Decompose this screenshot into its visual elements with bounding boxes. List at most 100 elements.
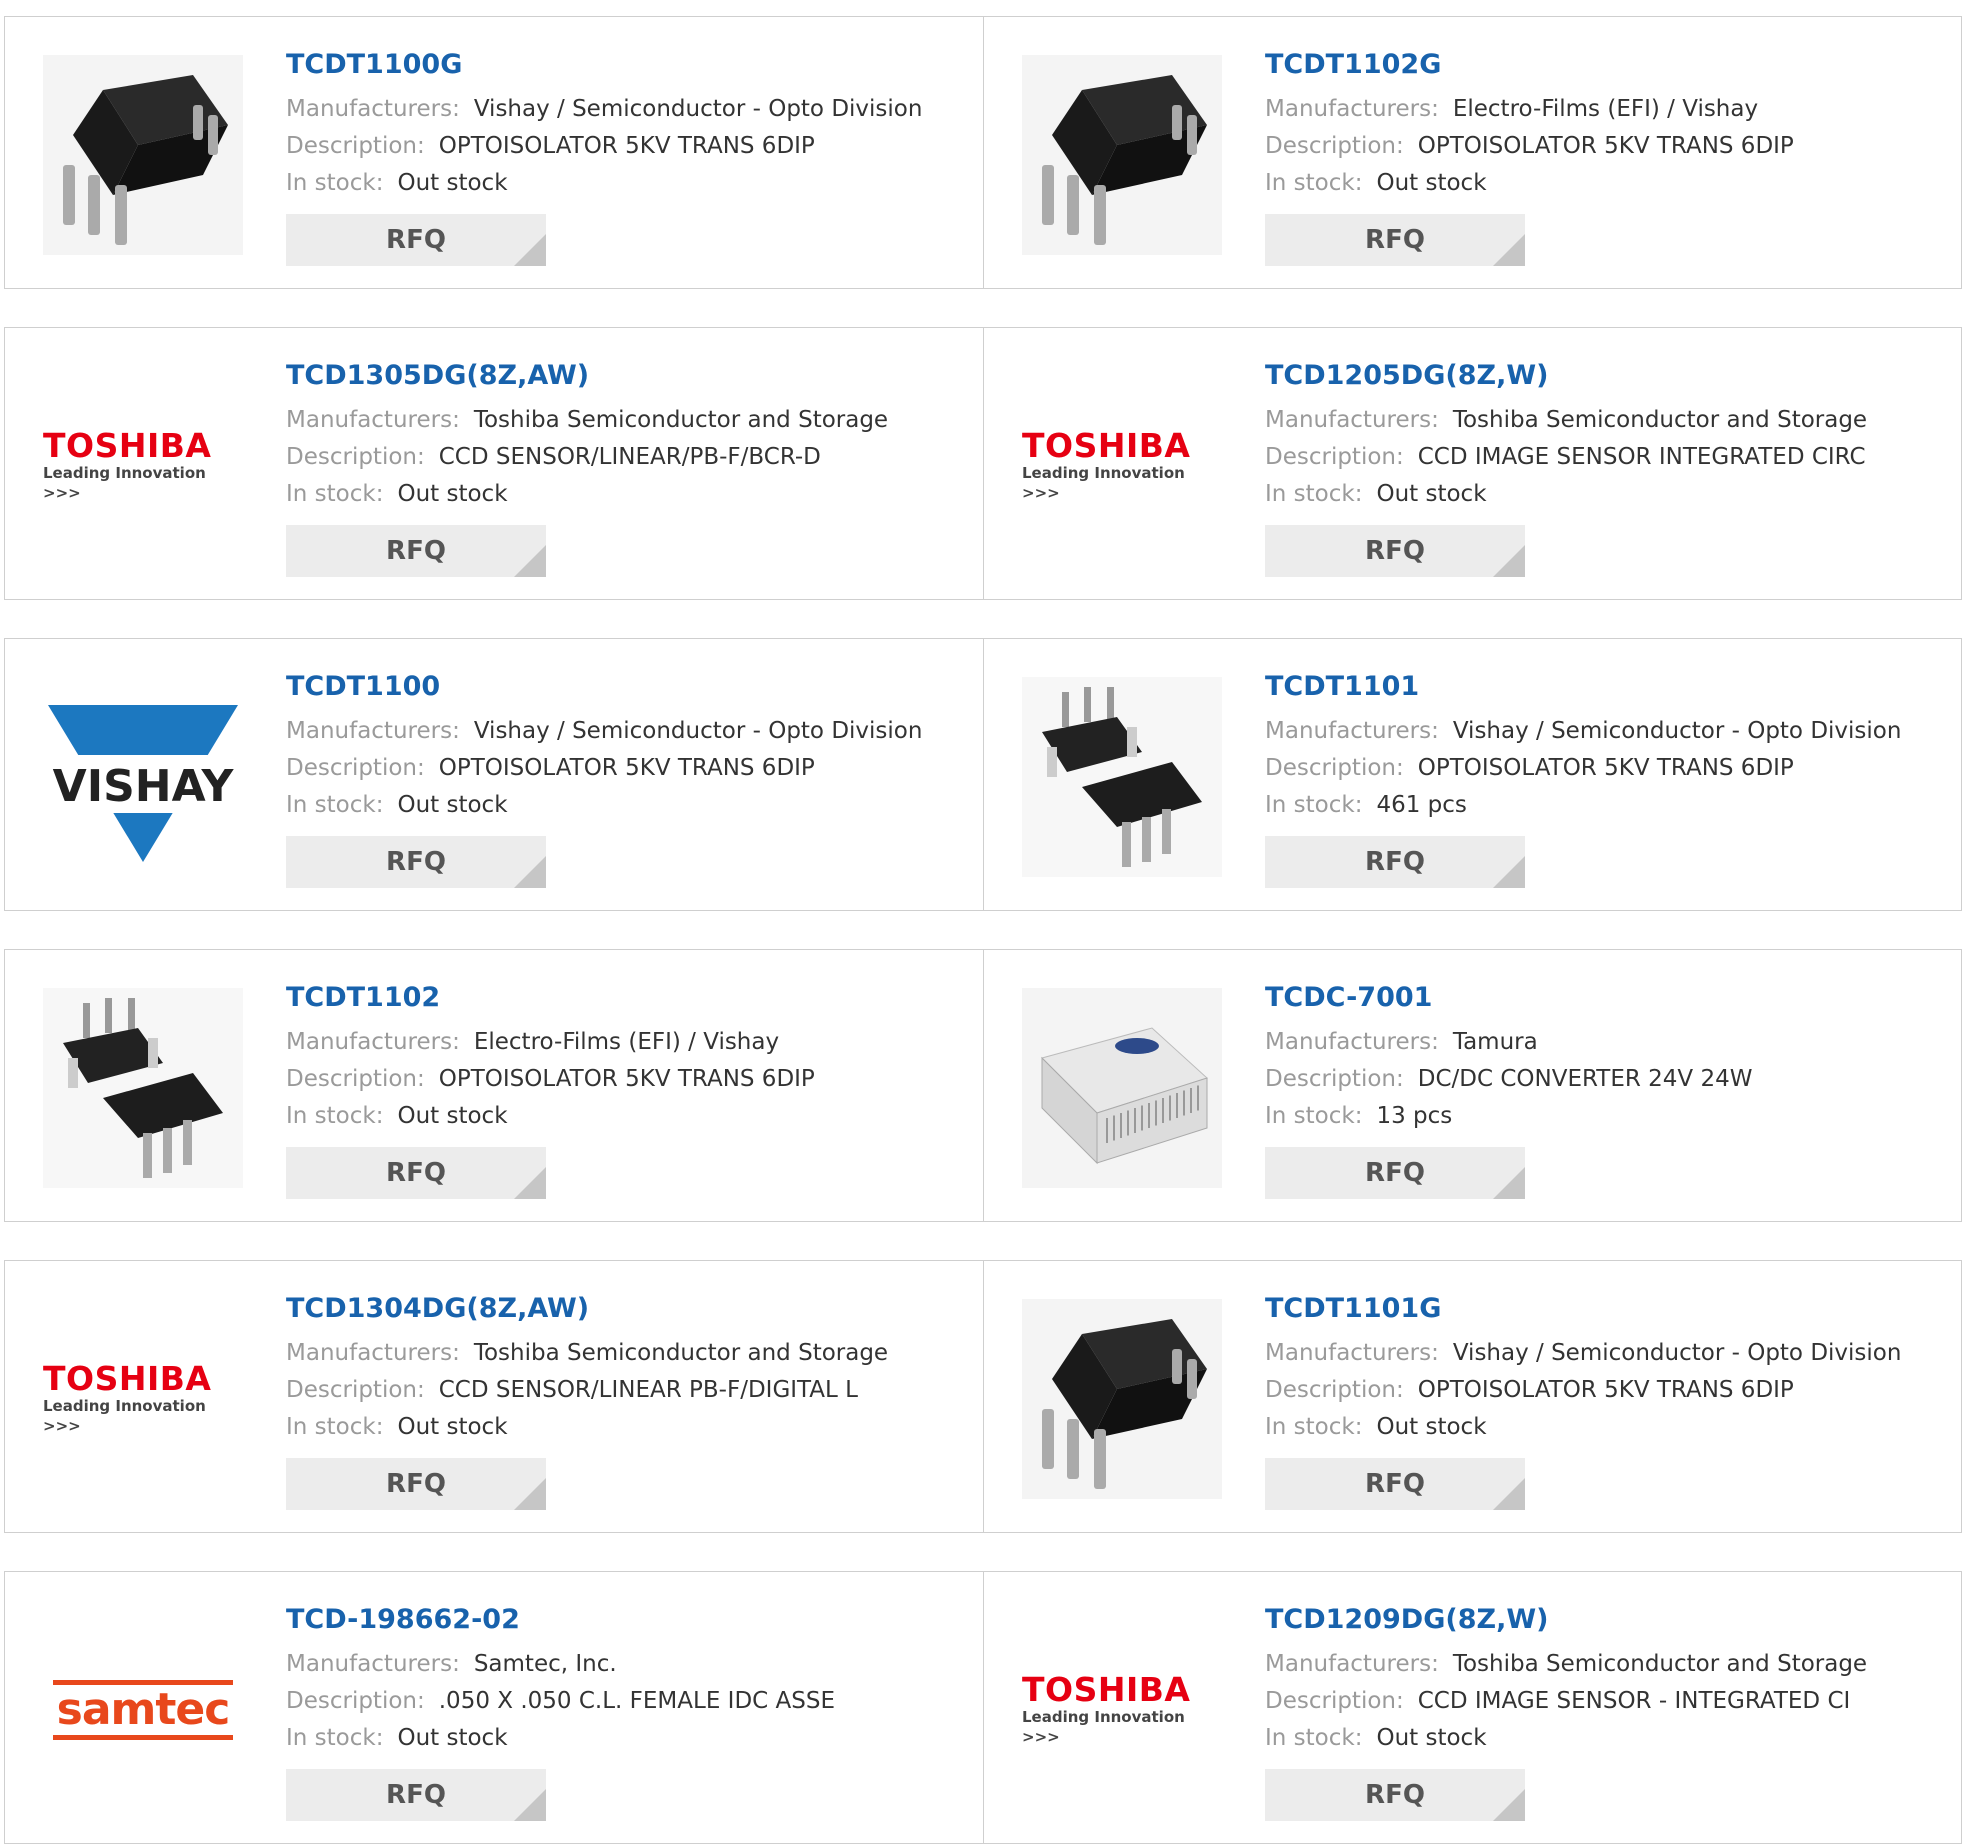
toshiba-logo-text: TOSHIBA <box>43 1359 212 1398</box>
din-rail-module-icon[interactable] <box>1022 988 1222 1188</box>
manufacturer-line: Manufacturers: Electro-Films (EFI) / Vish… <box>1265 91 1905 128</box>
stock-value: Out stock <box>397 1725 508 1751</box>
manufacturer-line: Manufacturers: Vishay / Semiconductor - O… <box>286 91 926 128</box>
dip6-pair-icon[interactable] <box>43 988 243 1188</box>
description-label: Description: <box>286 1377 425 1403</box>
product-row: TCDT1100G Manufacturers: Vishay / Semicon… <box>4 16 1962 289</box>
description-value: OPTOISOLATOR 5KV TRANS 6DIP <box>438 1066 815 1092</box>
description-line: Description: OPTOISOLATOR 5KV TRANS 6DIP <box>1265 750 1905 787</box>
product-info: TCD1304DG(8Z,AW) Manufacturers: Toshiba S… <box>286 1291 926 1510</box>
manufacturer-label: Manufacturers: <box>1265 96 1439 122</box>
stock-value: Out stock <box>1376 1414 1487 1440</box>
product-card: TOSHIBA Leading Innovation >>> TCD1209DG(… <box>983 1572 1961 1843</box>
manufacturer-value: Samtec, Inc. <box>473 1651 617 1677</box>
stock-label: In stock: <box>1265 1103 1363 1129</box>
manufacturer-label: Manufacturers: <box>1265 1340 1439 1366</box>
description-label: Description: <box>286 1688 425 1714</box>
stock-label: In stock: <box>1265 481 1363 507</box>
manufacturer-value: Toshiba Semiconductor and Storage <box>1452 407 1868 433</box>
description-line: Description: OPTOISOLATOR 5KV TRANS 6DIP <box>286 750 926 787</box>
stock-line: In stock: 13 pcs <box>1265 1098 1905 1135</box>
part-number-link[interactable]: TCDC-7001 <box>1265 980 1905 1016</box>
toshiba-logo[interactable]: TOSHIBA Leading Innovation >>> <box>1022 1610 1222 1810</box>
rfq-button[interactable]: RFQ <box>286 1458 546 1510</box>
dip6-chip-icon[interactable] <box>1022 1299 1222 1499</box>
vishay-logo[interactable]: VISHAY <box>43 677 243 877</box>
toshiba-logo[interactable]: TOSHIBA Leading Innovation >>> <box>43 366 243 566</box>
stock-line: In stock: 461 pcs <box>1265 787 1905 824</box>
stock-label: In stock: <box>1265 792 1363 818</box>
corner-fold-icon <box>514 1789 546 1821</box>
manufacturer-value: Electro-Films (EFI) / Vishay <box>473 1029 780 1055</box>
manufacturer-label: Manufacturers: <box>286 1029 460 1055</box>
product-card: VISHAY TCDT1100 Manufacturers: Vishay / S… <box>5 639 983 910</box>
manufacturer-label: Manufacturers: <box>286 718 460 744</box>
manufacturer-line: Manufacturers: Electro-Films (EFI) / Vish… <box>286 1024 926 1061</box>
rfq-button[interactable]: RFQ <box>286 1769 546 1821</box>
rfq-label: RFQ <box>1365 225 1425 255</box>
description-value: CCD IMAGE SENSOR - INTEGRATED CI <box>1417 1688 1851 1714</box>
toshiba-logo[interactable]: TOSHIBA Leading Innovation >>> <box>43 1299 243 1499</box>
rfq-button[interactable]: RFQ <box>286 1147 546 1199</box>
part-number-link[interactable]: TCDT1102 <box>286 980 926 1016</box>
samtec-logo[interactable]: samtec <box>43 1610 243 1810</box>
stock-value: Out stock <box>397 170 508 196</box>
product-row: VISHAY TCDT1100 Manufacturers: Vishay / S… <box>4 638 1962 911</box>
description-line: Description: DC/DC CONVERTER 24V 24W <box>1265 1061 1905 1098</box>
rfq-button[interactable]: RFQ <box>1265 836 1525 888</box>
corner-fold-icon <box>1493 234 1525 266</box>
rfq-button[interactable]: RFQ <box>1265 214 1525 266</box>
dip6-chip-icon[interactable] <box>43 55 243 255</box>
description-value: OPTOISOLATOR 5KV TRANS 6DIP <box>438 755 815 781</box>
manufacturer-line: Manufacturers: Toshiba Semiconductor and … <box>286 1335 926 1372</box>
part-number-link[interactable]: TCD1205DG(8Z,W) <box>1265 358 1905 394</box>
product-row: TCDT1102 Manufacturers: Electro-Films (EF… <box>4 949 1962 1222</box>
part-number-link[interactable]: TCDT1101 <box>1265 669 1905 705</box>
stock-line: In stock: Out stock <box>1265 165 1905 202</box>
dip6-pair-icon[interactable] <box>1022 677 1222 877</box>
rfq-button[interactable]: RFQ <box>1265 1147 1525 1199</box>
toshiba-logo-text: TOSHIBA <box>1022 1670 1191 1709</box>
toshiba-tagline: Leading Innovation >>> <box>43 1397 206 1435</box>
part-number-link[interactable]: TCD1305DG(8Z,AW) <box>286 358 926 394</box>
description-label: Description: <box>1265 755 1404 781</box>
product-row: TOSHIBA Leading Innovation >>> TCD1305DG(… <box>4 327 1962 600</box>
rfq-label: RFQ <box>386 225 446 255</box>
toshiba-logo-text: TOSHIBA <box>43 426 212 465</box>
toshiba-logo[interactable]: TOSHIBA Leading Innovation >>> <box>1022 366 1222 566</box>
description-line: Description: CCD SENSOR/LINEAR PB-F/DIGIT… <box>286 1372 926 1409</box>
manufacturer-line: Manufacturers: Toshiba Semiconductor and … <box>1265 1646 1905 1683</box>
part-number-link[interactable]: TCDT1101G <box>1265 1291 1905 1327</box>
part-number-link[interactable]: TCD-198662-02 <box>286 1602 926 1638</box>
corner-fold-icon <box>514 234 546 266</box>
description-value: OPTOISOLATOR 5KV TRANS 6DIP <box>438 133 815 159</box>
part-number-link[interactable]: TCD1304DG(8Z,AW) <box>286 1291 926 1327</box>
part-number-link[interactable]: TCD1209DG(8Z,W) <box>1265 1602 1905 1638</box>
product-info: TCDT1102G Manufacturers: Electro-Films (E… <box>1265 47 1905 266</box>
part-number-link[interactable]: TCDT1102G <box>1265 47 1905 83</box>
dip6-chip-icon[interactable] <box>1022 55 1222 255</box>
manufacturer-label: Manufacturers: <box>1265 718 1439 744</box>
product-info: TCD-198662-02 Manufacturers: Samtec, Inc.… <box>286 1602 926 1821</box>
product-card: TCDT1100G Manufacturers: Vishay / Semicon… <box>5 17 983 288</box>
rfq-label: RFQ <box>386 536 446 566</box>
part-number-link[interactable]: TCDT1100G <box>286 47 926 83</box>
rfq-button[interactable]: RFQ <box>286 214 546 266</box>
product-info: TCD1209DG(8Z,W) Manufacturers: Toshiba Se… <box>1265 1602 1905 1821</box>
description-line: Description: OPTOISOLATOR 5KV TRANS 6DIP <box>1265 128 1905 165</box>
manufacturer-label: Manufacturers: <box>1265 1029 1439 1055</box>
rfq-button[interactable]: RFQ <box>1265 1769 1525 1821</box>
product-info: TCDT1101G Manufacturers: Vishay / Semicon… <box>1265 1291 1905 1510</box>
product-row: TOSHIBA Leading Innovation >>> TCD1304DG(… <box>4 1260 1962 1533</box>
rfq-button[interactable]: RFQ <box>1265 525 1525 577</box>
stock-line: In stock: Out stock <box>1265 1409 1905 1446</box>
manufacturer-line: Manufacturers: Vishay / Semiconductor - O… <box>1265 713 1905 750</box>
manufacturer-line: Manufacturers: Tamura <box>1265 1024 1905 1061</box>
part-number-link[interactable]: TCDT1100 <box>286 669 926 705</box>
rfq-button[interactable]: RFQ <box>286 525 546 577</box>
rfq-button[interactable]: RFQ <box>286 836 546 888</box>
description-label: Description: <box>1265 1377 1404 1403</box>
rfq-button[interactable]: RFQ <box>1265 1458 1525 1510</box>
product-card: samtec TCD-198662-02 Manufacturers: Samte… <box>5 1572 983 1843</box>
corner-fold-icon <box>514 856 546 888</box>
